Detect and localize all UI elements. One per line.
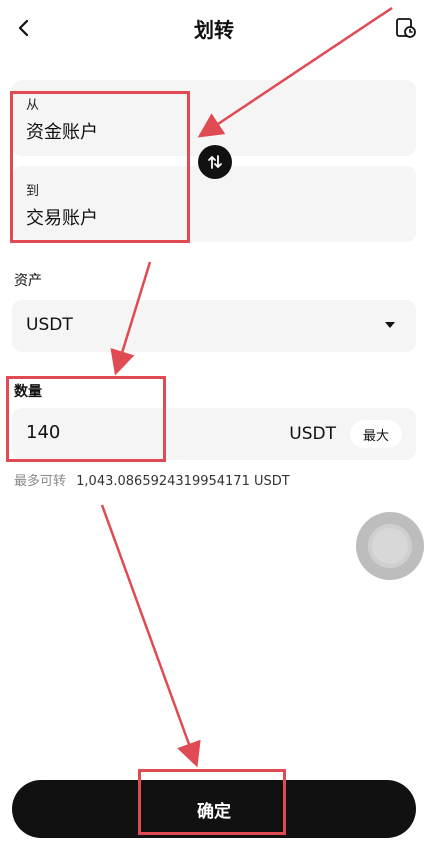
available-label: 最多可转 <box>14 474 67 489</box>
amount-field[interactable]: USDT 最大 <box>12 408 416 460</box>
from-label: 从 <box>26 98 40 113</box>
asset-value: USDT <box>26 315 73 335</box>
history-icon <box>396 18 416 38</box>
swap-accounts-button[interactable] <box>198 145 232 179</box>
max-button[interactable]: 最大 <box>350 420 402 448</box>
history-button[interactable] <box>390 12 422 44</box>
available-balance: 最多可转 1,043.0865924319954171 USDT <box>14 470 290 489</box>
amount-unit: USDT <box>289 424 336 444</box>
floating-assistive-button[interactable] <box>356 512 424 580</box>
swap-arrows-icon <box>208 155 222 169</box>
asset-select[interactable]: USDT <box>12 300 416 352</box>
caret-down-icon <box>385 322 395 328</box>
amount-label: 数量 <box>14 384 42 400</box>
to-account-value: 交易账户 <box>26 208 98 229</box>
confirm-button[interactable]: 确定 <box>12 780 416 838</box>
floating-ball-inner <box>368 524 412 568</box>
asset-label: 资产 <box>14 273 42 289</box>
arrow-to-confirm <box>100 504 201 768</box>
page-title: 划转 <box>194 18 234 42</box>
header: 划转 <box>0 0 428 56</box>
from-account-value: 资金账户 <box>26 122 98 143</box>
available-value: 1,043.0865924319954171 USDT <box>76 474 290 489</box>
to-label: 到 <box>26 184 40 199</box>
amount-input[interactable] <box>26 422 176 443</box>
